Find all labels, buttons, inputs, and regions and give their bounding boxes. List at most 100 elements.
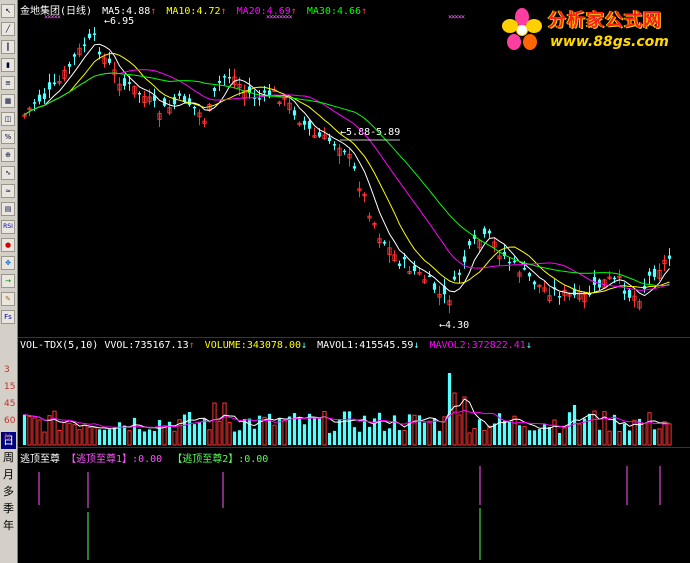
candle-body <box>127 82 132 84</box>
volume-bar <box>647 412 652 446</box>
candle-body <box>437 293 442 298</box>
candle-body <box>582 293 587 303</box>
cursor-icon[interactable]: ↖ <box>1 4 15 18</box>
volume-bar <box>452 392 457 446</box>
candle-body <box>477 240 482 249</box>
move-icon[interactable]: ✥ <box>1 256 15 270</box>
candle-body <box>497 255 502 260</box>
volume-bar <box>617 430 622 446</box>
candle-body <box>447 300 452 306</box>
candle-body <box>357 188 362 192</box>
volume-bar <box>372 418 377 445</box>
volume-bar <box>227 421 232 446</box>
volume-bar <box>427 420 432 446</box>
zoom-icon[interactable]: ⊕ <box>1 148 15 162</box>
candle-body <box>87 33 92 39</box>
percent-icon[interactable]: % <box>1 130 15 144</box>
volume-bar <box>447 373 452 445</box>
candle-body <box>597 279 602 288</box>
candle-body <box>522 268 527 270</box>
volume-bar <box>247 418 252 445</box>
candle-body <box>587 293 592 296</box>
candle-body <box>612 277 617 280</box>
volume-wave-icon[interactable]: ≈ <box>1 184 15 198</box>
volume-bar <box>477 419 482 445</box>
period-tab-5[interactable]: 年 <box>1 517 16 534</box>
volume-bar <box>492 423 497 445</box>
period-tab-1[interactable]: 周 <box>1 449 16 466</box>
volume-bar <box>397 430 402 445</box>
vvol-label: VVOL: <box>104 340 135 351</box>
volume-bar <box>657 428 662 446</box>
volume-bar <box>47 415 52 446</box>
candle-body <box>507 261 512 264</box>
candle-icon[interactable]: ▮ <box>1 58 15 72</box>
candle-body <box>462 256 467 263</box>
candle-body <box>207 103 212 112</box>
left-toolbar: ↖ ╱ ┃ ▮ ≡ ▦ ◫% ⊕ ∿ ≈ ▤ RSI ● ✥ → ✎ Fs 日周月多季年 <box>0 0 18 563</box>
volume-bar <box>127 430 132 446</box>
volume-bar <box>577 423 582 446</box>
candle-body <box>472 234 477 239</box>
candle-body <box>562 289 567 296</box>
candle-body <box>662 259 667 265</box>
candle-body <box>152 95 157 101</box>
volume-bar <box>102 429 107 445</box>
period-tab-3[interactable]: 多 <box>1 483 16 500</box>
volume-bar <box>392 415 397 445</box>
volume-bar <box>432 418 437 445</box>
bars-icon[interactable]: ┃ <box>1 40 15 54</box>
volume-bar <box>157 420 162 445</box>
volume-bar <box>77 429 82 446</box>
period-tab-4[interactable]: 季 <box>1 500 16 517</box>
candle-body <box>182 96 187 102</box>
exit-icon[interactable]: → <box>1 274 15 288</box>
candle-body <box>387 247 392 256</box>
fs-label[interactable]: Fs <box>1 310 15 324</box>
candle-body <box>502 252 507 257</box>
volume-bar <box>382 430 387 445</box>
indicator-icon[interactable]: ▤ <box>1 202 15 216</box>
candle-body <box>312 135 317 138</box>
volume-bar <box>287 416 292 445</box>
volume-bar <box>117 422 122 445</box>
volume-bar <box>112 426 117 445</box>
volume-bar <box>212 402 217 446</box>
ma10-line <box>24 53 670 294</box>
candle-body <box>647 271 652 276</box>
candle-body <box>632 295 637 301</box>
mavol2-label: MAVOL2: <box>429 340 472 351</box>
volume-bar <box>587 413 592 445</box>
volume-bar <box>282 419 287 446</box>
volume-bar <box>347 411 352 445</box>
volume-bar <box>512 415 517 446</box>
rsi-label[interactable]: RSI <box>1 220 15 234</box>
candle-body <box>392 254 397 262</box>
candle-body <box>412 265 417 272</box>
volume-bar <box>312 417 317 445</box>
overlay-icon[interactable]: ◫ <box>1 112 15 126</box>
period-tab-2[interactable]: 月 <box>1 466 16 483</box>
volume-bar <box>637 418 642 445</box>
candle-body <box>52 82 57 85</box>
candle-body <box>557 296 562 298</box>
volume-bar <box>522 426 527 446</box>
volume-bar <box>302 424 307 445</box>
pen-icon[interactable]: ✎ <box>1 292 15 306</box>
candle-body <box>112 69 117 75</box>
candle-body <box>237 83 242 89</box>
volume-bar <box>42 431 47 446</box>
stop-icon[interactable]: ● <box>1 238 15 252</box>
volume-bar <box>317 417 322 445</box>
period-tab-0[interactable]: 日 <box>1 432 16 449</box>
volume-bar <box>607 430 612 446</box>
kline-chart[interactable]: 3154560N <box>0 0 690 563</box>
ma-icon[interactable]: ∿ <box>1 166 15 180</box>
stacked-icon[interactable]: ≡ <box>1 76 15 90</box>
grid-icon[interactable]: ▦ <box>1 94 15 108</box>
candle-body <box>572 288 577 296</box>
vvol-arrow: ↑ <box>188 340 195 351</box>
volume-bar <box>237 430 242 445</box>
candle-body <box>512 260 517 263</box>
line-icon[interactable]: ╱ <box>1 22 15 36</box>
